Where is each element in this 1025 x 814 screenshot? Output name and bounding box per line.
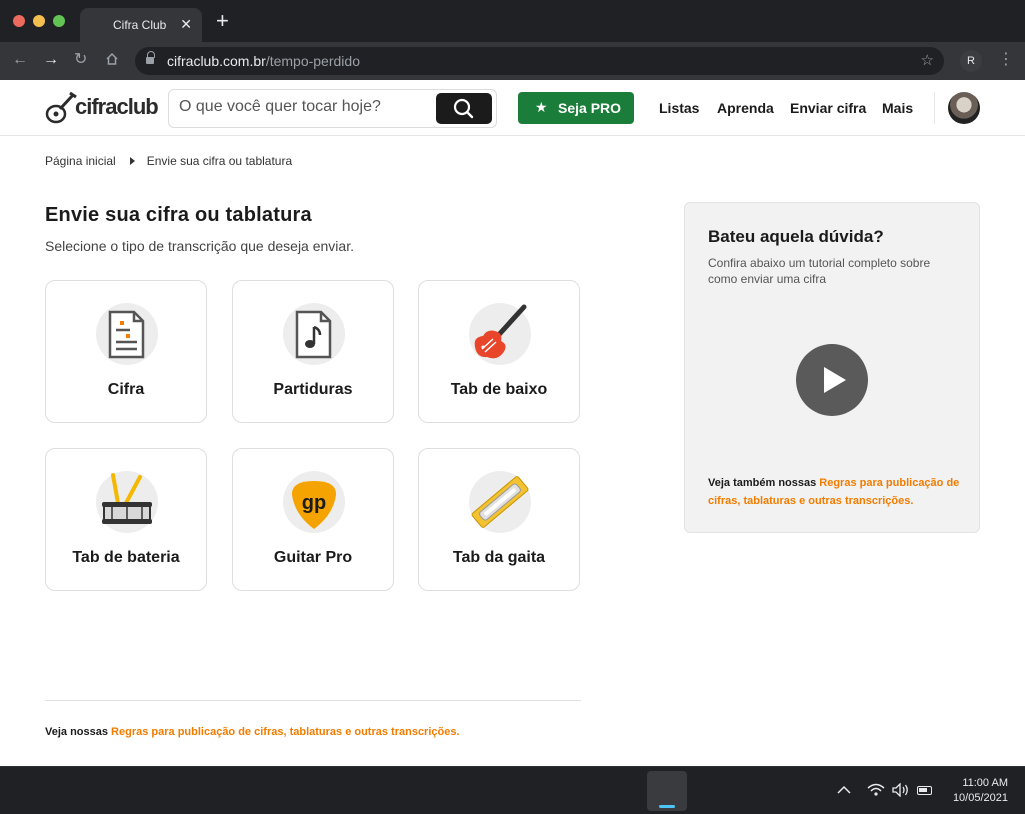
bookmark-star-icon[interactable]: ☆ [921,51,934,69]
tab-title: Cifra Club [113,18,167,32]
card-tab-de-bateria[interactable]: Tab de bateria [45,448,207,591]
document-icon [96,303,158,365]
search-icon [453,98,474,119]
search-input[interactable] [179,98,429,116]
star-icon: ★ [535,99,548,115]
volume-icon[interactable] [892,783,910,797]
pro-button-label: Seja PRO [558,100,622,116]
card-label: Tab da gaita [452,549,546,566]
card-label: Partiduras [273,381,353,398]
clock-time: 11:00 AM [962,777,1008,789]
gp-logo-text: gp [302,492,326,514]
battery-icon[interactable] [917,786,932,795]
chevron-up-icon[interactable] [837,785,851,795]
guitar-logo-icon [45,91,77,124]
site-header: cifraclub ★ Seja PRO Listas Aprenda Envi… [0,80,1025,136]
card-tab-de-baixo[interactable]: Tab de baixo [418,280,580,423]
new-tab-button[interactable]: + [216,10,229,32]
drum-icon [96,471,158,533]
profile-avatar[interactable]: R [960,50,982,72]
breadcrumb-current: Envie sua cifra ou tablatura [146,154,293,168]
seja-pro-button[interactable]: ★ Seja PRO [518,92,634,124]
browser-menu-icon[interactable]: ⋮ [998,49,1014,71]
browser-toolbar: ← → ↻ cifraclub.com.br/tempo-perdido ☆ R… [0,42,1025,80]
page-title: Envie sua cifra ou tablatura [45,204,312,226]
page-subtitle: Selecione o tipo de transcrição que dese… [45,238,354,254]
forward-arrow-icon[interactable]: → [43,50,59,70]
help-sidebar: Bateu aquela dúvida? Confira abaixo um t… [684,202,980,533]
url-text[interactable]: cifraclub.com.br/tempo-perdido [167,53,360,69]
browser-tabbar: Cifra Club ✕ + [0,0,1025,42]
breadcrumb: Página inicial Envie sua cifra ou tablatu… [45,154,292,168]
system-clock[interactable]: 11:00 AM 10/05/2021 [942,776,1008,806]
wifi-icon[interactable] [867,783,885,797]
play-video-button[interactable] [796,344,868,416]
footer-prefix: Veja nossas [45,726,112,738]
card-partituras[interactable]: Partiduras [232,280,394,423]
back-arrow-icon[interactable]: ← [12,50,28,70]
card-label: Tab de baixo [450,381,548,398]
card-tab-da-gaita[interactable]: Tab da gaita [418,448,580,591]
guitar-pro-icon: gp [283,471,345,533]
card-label: Cifra [107,381,145,398]
search-button[interactable] [436,93,492,124]
footer-divider [45,700,581,701]
card-label: Tab de bateria [72,549,180,566]
nav-enviar-cifra[interactable]: Enviar cifra [790,100,866,116]
web-page: cifraclub ★ Seja PRO Listas Aprenda Envi… [0,80,1025,766]
card-guitar-pro[interactable]: gp Guitar Pro [232,448,394,591]
nav-mais[interactable]: Mais [882,100,913,116]
close-window-button[interactable] [13,15,25,27]
sidebar-title: Bateu aquela dúvida? [708,227,884,246]
taskbar: 11:00 AM 10/05/2021 [0,766,1025,814]
breadcrumb-home[interactable]: Página inicial [45,154,116,168]
sidebar-description: Confira abaixo um tutorial completo sobr… [708,256,931,286]
harmonica-icon [469,471,531,533]
nav-listas[interactable]: Listas [659,100,699,116]
minimize-window-button[interactable] [33,15,45,27]
home-icon[interactable] [105,52,119,66]
user-avatar[interactable] [948,92,980,124]
breadcrumb-arrow-icon [129,157,135,165]
music-note-icon [283,303,345,365]
taskbar-browser-app[interactable] [647,771,687,811]
footer-note: Veja nossas Regras para publicação de ci… [45,726,460,738]
bass-guitar-icon [469,303,531,365]
footer-rules-link[interactable]: Regras para publicação de cifras, tablat… [111,726,459,738]
lock-icon [146,51,155,65]
browser-tab[interactable]: Cifra Club ✕ [80,8,202,42]
sidebar-footer-prefix: Veja também nossas [708,477,820,489]
cifraclub-logo[interactable]: cifraclub [45,89,159,127]
maximize-window-button[interactable] [53,15,65,27]
address-bar[interactable]: cifraclub.com.br/tempo-perdido ☆ [135,47,944,75]
search-box [168,89,497,128]
reload-icon[interactable]: ↻ [74,50,87,70]
header-divider [934,92,935,124]
nav-aprenda[interactable]: Aprenda [717,100,774,116]
clock-date: 10/05/2021 [952,792,1008,804]
sidebar-footer: Veja também nossas Regras para publicaçã… [708,474,968,510]
card-cifra[interactable]: Cifra [45,280,207,423]
logo-text: cifraclub [75,94,159,119]
card-label: Guitar Pro [273,549,353,566]
tab-close-icon[interactable]: ✕ [180,16,192,33]
